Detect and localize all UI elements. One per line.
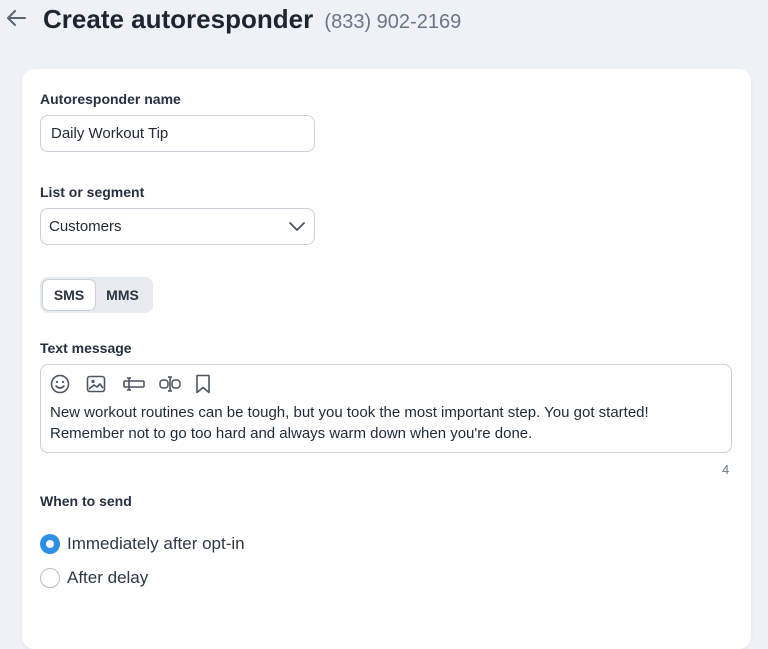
radio-after-delay[interactable]: After delay bbox=[40, 568, 148, 588]
character-counter: 4 bbox=[722, 462, 730, 477]
back-arrow-icon[interactable] bbox=[4, 6, 28, 30]
image-icon[interactable] bbox=[86, 373, 122, 395]
text-message-label: Text message bbox=[40, 340, 132, 356]
sms-toggle-button[interactable]: SMS bbox=[42, 279, 96, 311]
list-segment-value: Customers bbox=[49, 218, 122, 235]
autoresponder-name-input[interactable] bbox=[40, 115, 315, 152]
text-field-icon[interactable] bbox=[122, 373, 158, 395]
bookmark-icon[interactable] bbox=[194, 373, 230, 395]
autoresponder-name-label: Autoresponder name bbox=[40, 91, 181, 107]
mms-toggle-button[interactable]: MMS bbox=[96, 279, 149, 311]
page-title: Create autoresponder (833) 902-2169 bbox=[43, 4, 461, 35]
radio-after-delay-label: After delay bbox=[67, 568, 149, 587]
radio-immediately[interactable]: Immediately after opt-in bbox=[40, 534, 245, 554]
radio-immediately-label: Immediately after opt-in bbox=[67, 534, 245, 553]
page-title-text: Create autoresponder bbox=[43, 4, 314, 34]
form-card: Autoresponder name List or segment Custo… bbox=[22, 69, 751, 649]
phone-number: (833) 902-2169 bbox=[324, 11, 462, 33]
list-segment-select[interactable]: Customers bbox=[40, 208, 315, 245]
when-to-send-label: When to send bbox=[40, 493, 132, 509]
message-text: New workout routines can be tough, but y… bbox=[50, 404, 649, 442]
message-type-toggle: SMS MMS bbox=[40, 277, 153, 313]
list-segment-label: List or segment bbox=[40, 184, 145, 200]
radio-unselected-icon bbox=[40, 568, 60, 588]
text-message-editor[interactable]: New workout routines can be tough, but y… bbox=[40, 364, 732, 453]
emoji-icon[interactable] bbox=[50, 373, 86, 395]
chevron-down-icon bbox=[288, 218, 306, 236]
editor-toolbar bbox=[50, 373, 230, 395]
page-header: Create autoresponder (833) 902-2169 bbox=[0, 0, 768, 40]
radio-selected-icon bbox=[40, 534, 60, 554]
link-field-icon[interactable] bbox=[158, 373, 194, 395]
